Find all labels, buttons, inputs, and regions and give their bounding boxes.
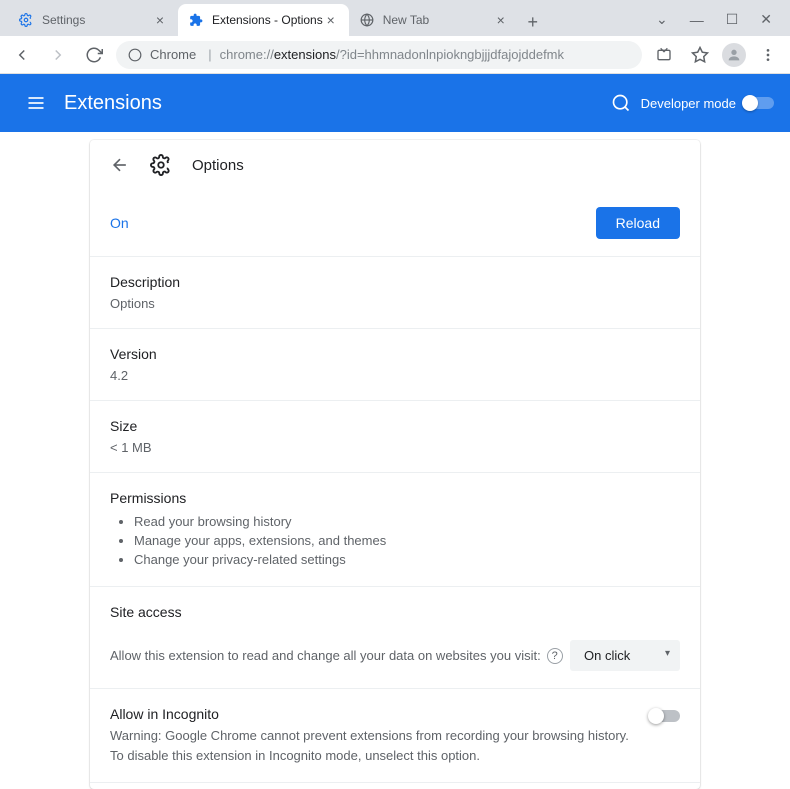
incognito-desc: Warning: Google Chrome cannot prevent ex… [110, 726, 630, 765]
hamburger-icon[interactable] [16, 83, 56, 123]
world-icon [359, 12, 375, 28]
share-icon[interactable] [650, 41, 678, 69]
address-prefix: Chrome [150, 47, 196, 62]
back-button[interactable] [8, 41, 36, 69]
version-label: Version [110, 346, 680, 362]
tabs-container: Settings × Extensions - Options × New Ta… [0, 0, 638, 36]
tab-settings[interactable]: Settings × [8, 4, 178, 36]
address-url: chrome://extensions/?id=hhmnadonlnpiokng… [220, 47, 564, 62]
dev-mode-label: Developer mode [641, 96, 736, 111]
chevron-down-icon[interactable]: ⌄ [656, 11, 668, 28]
permissions-label: Permissions [110, 490, 680, 506]
permission-item: Read your browsing history [134, 512, 680, 531]
puzzle-icon [188, 12, 204, 28]
forward-button[interactable] [44, 41, 72, 69]
titlebar: Settings × Extensions - Options × New Ta… [0, 0, 790, 36]
card-header: Options [90, 140, 700, 190]
toolbar: Chrome | chrome://extensions/?id=hhmnado… [0, 36, 790, 74]
close-icon[interactable]: × [323, 12, 339, 28]
reload-button[interactable]: Reload [596, 207, 680, 239]
window-controls: ⌄ — ☐ ✕ [638, 11, 790, 36]
permissions-list: Read your browsing history Manage your a… [110, 512, 680, 569]
content-scroll[interactable]: Options On Reload Description Options Ve… [0, 132, 790, 789]
extension-detail-card: Options On Reload Description Options Ve… [90, 140, 700, 789]
incognito-toggle[interactable] [650, 710, 680, 722]
description-label: Description [110, 274, 680, 290]
new-tab-button[interactable]: + [519, 8, 547, 36]
menu-icon[interactable] [754, 41, 782, 69]
permission-item: Manage your apps, extensions, and themes [134, 531, 680, 550]
bookmark-icon[interactable] [686, 41, 714, 69]
tab-title: Extensions - Options [212, 13, 323, 27]
close-icon[interactable]: × [493, 12, 509, 28]
maximize-icon[interactable]: ☐ [726, 11, 739, 28]
reload-button[interactable] [80, 41, 108, 69]
on-status: On [110, 215, 129, 231]
avatar[interactable] [722, 43, 746, 67]
extension-name: Options [192, 157, 244, 174]
description-value: Options [110, 296, 680, 311]
incognito-label: Allow in Incognito [110, 706, 630, 722]
page-title: Extensions [64, 92, 601, 115]
tab-new[interactable]: New Tab × [349, 4, 519, 36]
version-value: 4.2 [110, 368, 680, 383]
site-access-label: Site access [110, 604, 680, 620]
gear-icon [150, 154, 172, 176]
size-label: Size [110, 418, 680, 434]
help-icon[interactable]: ? [547, 648, 563, 664]
site-access-desc: Allow this extension to read and change … [110, 648, 563, 664]
back-arrow-icon[interactable] [110, 155, 130, 175]
search-icon[interactable] [601, 83, 641, 123]
size-value: < 1 MB [110, 440, 680, 455]
settings-icon [18, 12, 34, 28]
minimize-icon[interactable]: — [690, 12, 704, 28]
tab-extensions[interactable]: Extensions - Options × [178, 4, 349, 36]
close-icon[interactable]: × [152, 12, 168, 28]
dev-mode-toggle[interactable] [744, 97, 774, 109]
close-window-icon[interactable]: ✕ [760, 11, 772, 28]
tab-title: Settings [42, 13, 152, 27]
extensions-header: Extensions Developer mode [0, 74, 790, 132]
tab-title: New Tab [383, 13, 493, 27]
permission-item: Change your privacy-related settings [134, 550, 680, 569]
address-bar[interactable]: Chrome | chrome://extensions/?id=hhmnado… [116, 41, 642, 69]
site-access-dropdown[interactable]: On click [570, 640, 680, 671]
